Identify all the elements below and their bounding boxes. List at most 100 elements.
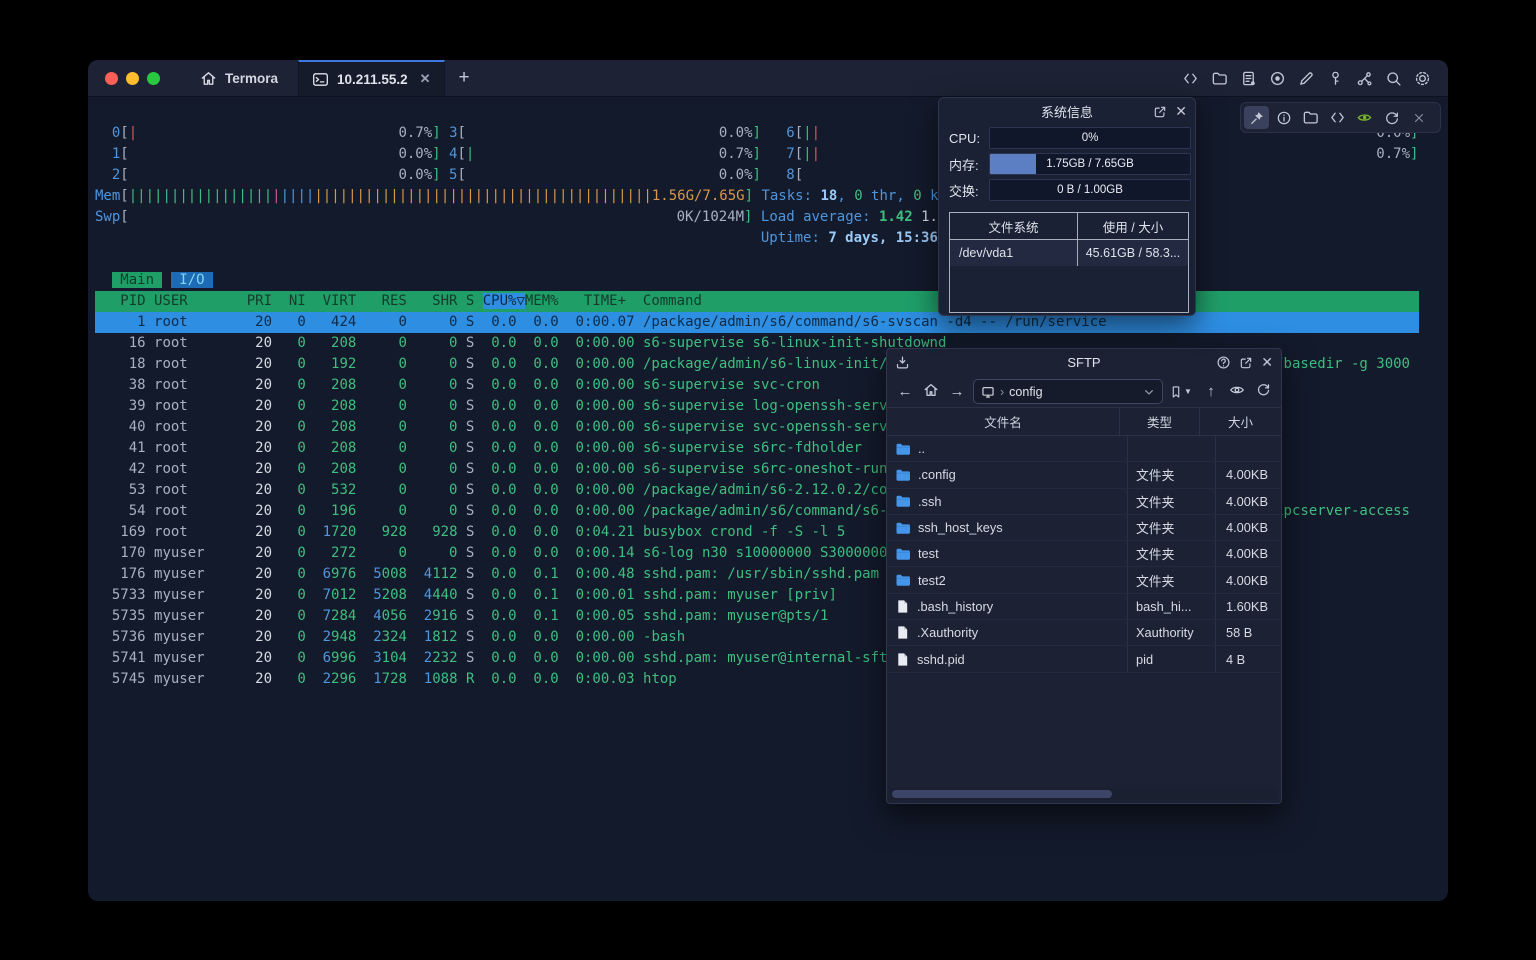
home-icon[interactable] [921,382,941,402]
path-segment: config [1009,385,1042,399]
file-size: 58 B [1215,620,1281,645]
file-type: pid [1127,646,1215,671]
open-in-window-icon[interactable] [1153,105,1167,119]
minimize-window-button[interactable] [126,72,139,85]
file-row[interactable]: sshd.pidpid4 B [887,646,1281,672]
folder-icon [895,467,911,483]
file-size: 4.00KB [1215,462,1281,487]
file-type: 文件夹 [1127,462,1215,487]
horizontal-scrollbar[interactable] [889,788,1279,800]
code-icon[interactable] [1177,65,1203,91]
zoom-window-button[interactable] [147,72,160,85]
filesystem-table: 文件系统 使用 / 大小 /dev/vda145.61GB / 58.3... [949,212,1189,313]
bookmark-icon[interactable]: ▼ [1169,385,1195,399]
folder-icon[interactable] [1298,106,1323,129]
up-directory-icon[interactable]: ↑ [1201,383,1221,400]
key-branch-icon[interactable] [1351,65,1377,91]
app-window: Termora 10.211.55.2 ✕ + 0[| 0.7%] 3[ 0.0… [88,60,1448,901]
new-tab-button[interactable]: + [445,60,484,96]
chevron-down-icon[interactable] [1143,386,1155,398]
file-row[interactable]: .ssh文件夹4.00KB [887,489,1281,515]
file-row[interactable]: .config 文件夹4.00KB [887,462,1281,488]
path-input[interactable]: › config [973,379,1163,404]
file-type: 文件夹 [1127,541,1215,566]
htop-tab-io[interactable]: I/O [171,272,213,288]
notes-icon[interactable] [1235,65,1261,91]
close-icon[interactable] [1406,106,1431,129]
file-icon [895,599,910,614]
cpu-meter-line: 2[ 0.0%] 5[ 0.0%] 8[ [95,165,1419,186]
close-window-button[interactable] [105,72,118,85]
file-size: 4.00KB [1215,567,1281,592]
sftp-panel: SFTP ✕ ← → › config [886,348,1282,804]
help-icon[interactable] [1216,355,1231,370]
htop-tab-main[interactable]: Main [112,272,163,288]
file-size: 4.00KB [1215,515,1281,540]
file-type: bash_hi... [1127,594,1215,619]
file-name: ssh_host_keys [918,520,1003,535]
folder-icon [895,546,911,562]
metric-row: 交换:0 B / 1.00GB [939,177,1195,203]
nvidia-icon[interactable] [1352,106,1377,129]
process-table-header[interactable]: PID USER PRI NI VIRT RES SHR S CPU%▽MEM%… [95,291,1419,312]
file-row[interactable]: test2文件夹4.00KB [887,567,1281,593]
file-size: 4 B [1215,646,1281,671]
close-panel-icon[interactable]: ✕ [1261,354,1273,371]
path-separator: › [1000,385,1004,399]
pencil-icon[interactable] [1293,65,1319,91]
file-row[interactable]: .XauthorityXauthority58 B [887,620,1281,646]
file-type: Xauthority [1127,620,1215,645]
column-header-name[interactable]: 文件名 [887,412,1119,431]
file-row[interactable]: .bash_historybash_hi...1.60KB [887,594,1281,620]
back-icon[interactable]: ← [895,383,915,400]
close-tab-icon[interactable]: ✕ [420,71,431,87]
key-icon[interactable] [1322,65,1348,91]
file-name: .ssh [918,494,941,509]
sftp-table-header: 文件名 类型 大小 [887,407,1281,436]
column-header-type[interactable]: 类型 [1119,408,1199,435]
preview-eye-icon[interactable] [1227,382,1247,402]
file-name: .config [918,467,956,482]
file-type [1127,436,1215,461]
process-row[interactable]: 1 root 20 0 424 0 0 S 0.0 0.0 0:00.07 /p… [95,312,1419,333]
info-icon[interactable] [1271,106,1296,129]
tab-termora-home[interactable]: Termora [180,60,298,96]
file-row[interactable]: .. [887,436,1281,462]
file-type: 文件夹 [1127,567,1215,592]
filesystem-row[interactable]: /dev/vda145.61GB / 58.3... [950,240,1188,266]
file-row[interactable]: test文件夹4.00KB [887,541,1281,567]
htop-tabs: Main I/O [95,270,1419,291]
monitor-icon [981,385,995,399]
record-icon[interactable] [1264,65,1290,91]
folder-icon [895,572,911,588]
forward-icon[interactable]: → [947,383,967,400]
file-size: 4.00KB [1215,489,1281,514]
file-size: 1.60KB [1215,594,1281,619]
close-panel-icon[interactable]: ✕ [1175,103,1187,120]
code-icon[interactable] [1325,106,1350,129]
folder-icon [895,520,911,536]
download-icon[interactable] [895,349,910,376]
home-icon [200,70,217,87]
sftp-empty-area [887,673,1281,803]
folder-icon[interactable] [1206,65,1232,91]
home-tab-label: Termora [225,71,278,86]
fs-col-header: 文件系统 [950,213,1078,239]
session-tab-label: 10.211.55.2 [337,72,408,87]
settings-icon[interactable] [1409,65,1435,91]
cpu-meter-line: 0[| 0.7%] 3[ 0.0%] 6[|| 0.0%] [95,123,1419,144]
file-row[interactable]: ssh_host_keys文件夹4.00KB [887,515,1281,541]
refresh-icon[interactable] [1379,106,1404,129]
tab-session[interactable]: 10.211.55.2 ✕ [298,60,444,96]
column-header-size[interactable]: 大小 [1199,408,1281,435]
scrollbar-thumb[interactable] [892,790,1112,798]
sftp-file-list: ...config文件夹4.00KB.ssh文件夹4.00KBssh_host_… [887,436,1281,673]
titlebar-toolbar [1177,60,1448,96]
overlay-toolbar [1240,102,1441,133]
traffic-lights [88,60,180,96]
pin-icon[interactable] [1244,106,1269,129]
refresh-icon[interactable] [1253,382,1273,401]
file-icon [895,625,910,640]
open-in-window-icon[interactable] [1239,356,1253,370]
search-icon[interactable] [1380,65,1406,91]
